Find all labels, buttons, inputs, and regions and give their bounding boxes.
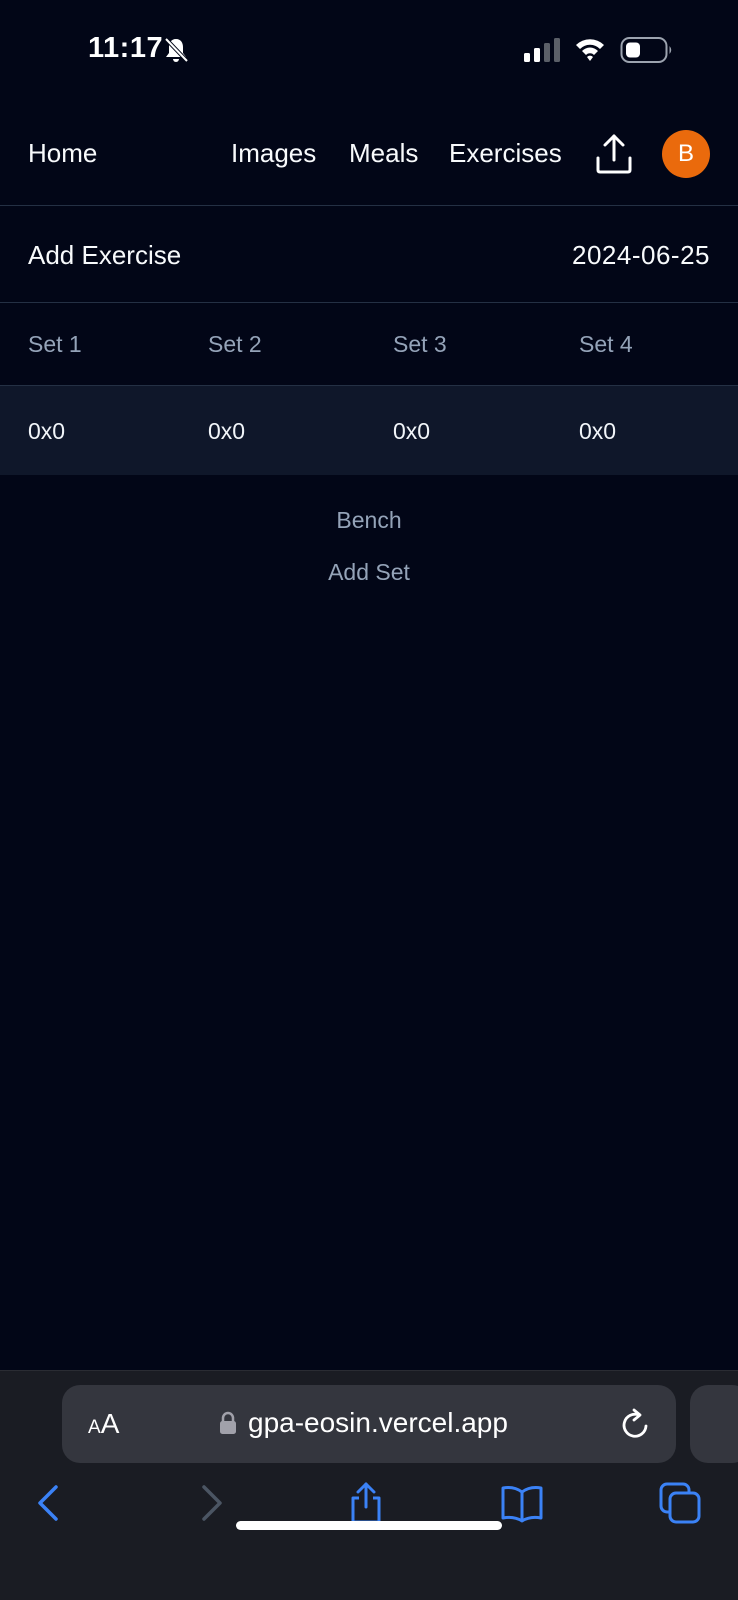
- sets-table-header: Set 1 Set 2 Set 3 Set 4: [0, 303, 738, 385]
- reader-settings-button[interactable]: AA: [88, 1408, 119, 1440]
- aa-small: A: [88, 1417, 101, 1438]
- user-avatar[interactable]: B: [662, 130, 710, 178]
- tabs-icon[interactable]: [658, 1481, 702, 1525]
- cellular-signal-icon: [524, 38, 560, 62]
- add-set-button[interactable]: Add Set: [0, 559, 738, 586]
- avatar-initial: B: [677, 140, 694, 167]
- table-row[interactable]: 0x0 0x0 0x0 0x0: [0, 386, 738, 475]
- date-picker[interactable]: 2024-06-25: [572, 240, 710, 271]
- nav-images-link[interactable]: Images: [231, 138, 316, 169]
- status-time: 11:17: [88, 32, 164, 64]
- table-cell-set-1: 0x0: [28, 418, 66, 444]
- table-cell-set-4: 0x0: [579, 418, 617, 444]
- forward-icon[interactable]: [188, 1481, 232, 1525]
- battery-icon: [620, 37, 672, 63]
- table-cell-set-3: 0x0: [393, 418, 431, 444]
- column-header-set-4: Set 4: [579, 331, 633, 357]
- aa-large: A: [100, 1408, 120, 1439]
- wifi-icon: [576, 39, 604, 61]
- lock-icon: [220, 1411, 236, 1434]
- page: 11:17 Home Images Meals Exercises B Add …: [0, 0, 738, 1600]
- table-cell-set-2: 0x0: [208, 418, 246, 444]
- share-icon[interactable]: [344, 1481, 388, 1525]
- url-text: gpa-eosin.vercel.app: [248, 1407, 508, 1438]
- bookmarks-icon[interactable]: [500, 1481, 544, 1525]
- column-header-set-2: Set 2: [208, 331, 262, 357]
- exercise-subheader: Add Exercise 2024-06-25: [0, 206, 738, 302]
- app-navbar: Home Images Meals Exercises B: [0, 118, 738, 206]
- add-exercise-button[interactable]: Add Exercise: [28, 240, 181, 271]
- bell-slash-icon: [164, 37, 189, 63]
- browser-toolbar: AA gpa-eosin.vercel.app: [0, 1370, 738, 1600]
- upload-icon[interactable]: [594, 132, 634, 176]
- back-icon[interactable]: [28, 1481, 72, 1525]
- nav-meals-link[interactable]: Meals: [349, 138, 418, 169]
- nav-home-link[interactable]: Home: [28, 138, 97, 169]
- exercise-name: Bench: [336, 507, 402, 533]
- reload-icon[interactable]: [620, 1407, 652, 1441]
- status-bar: 11:17: [0, 0, 738, 100]
- column-header-set-1: Set 1: [28, 331, 82, 357]
- home-indicator[interactable]: [236, 1521, 502, 1530]
- nav-exercises-link[interactable]: Exercises: [449, 138, 562, 169]
- column-header-set-3: Set 3: [393, 331, 447, 357]
- next-tab-peek[interactable]: [690, 1385, 738, 1463]
- address-bar[interactable]: AA gpa-eosin.vercel.app: [62, 1385, 676, 1463]
